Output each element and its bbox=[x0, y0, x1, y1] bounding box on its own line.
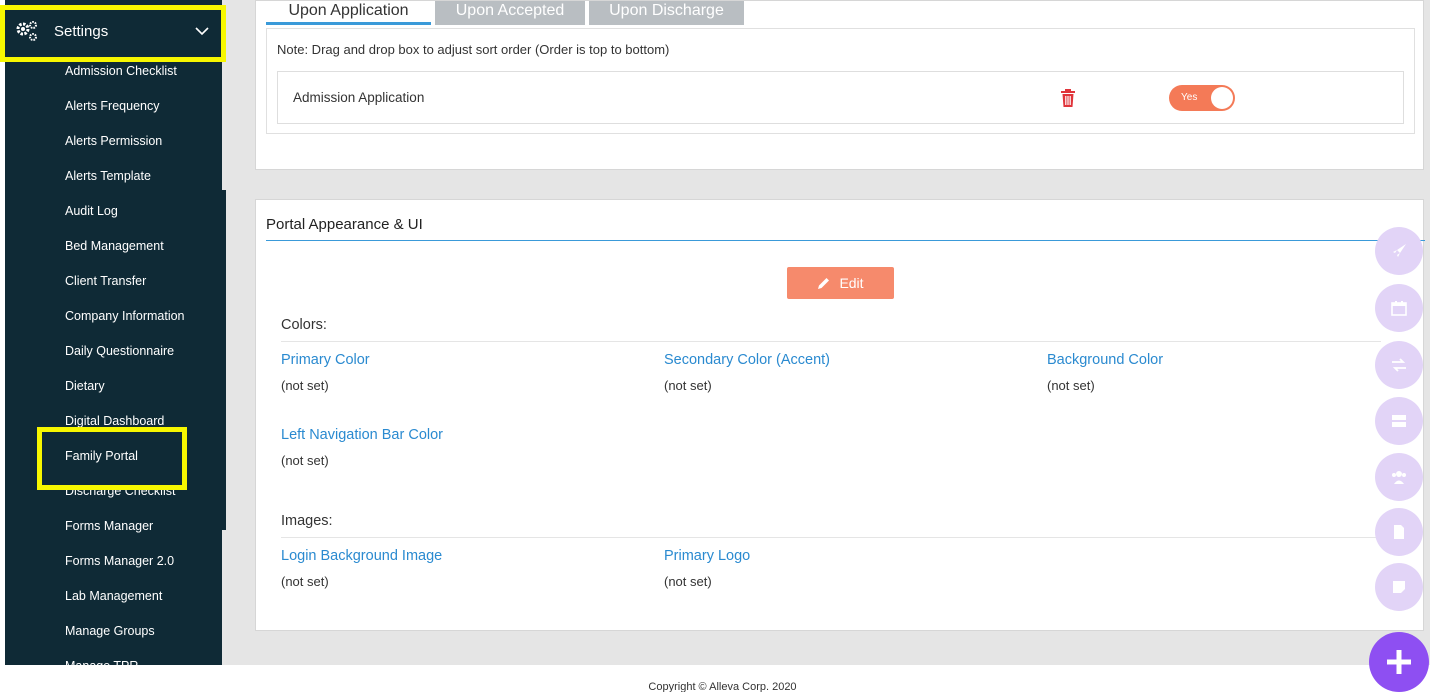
sidebar-item-admission-checklist[interactable]: Admission Checklist bbox=[65, 60, 215, 82]
edit-label: Edit bbox=[839, 275, 864, 291]
panel-title: Portal Appearance & UI bbox=[266, 216, 423, 233]
fab-document[interactable] bbox=[1375, 508, 1423, 556]
background-color-value: (not set) bbox=[1047, 378, 1095, 393]
enabled-toggle[interactable]: Yes bbox=[1169, 85, 1235, 111]
fab-note[interactable] bbox=[1375, 563, 1423, 611]
sidebar-item-client-transfer[interactable]: Client Transfer bbox=[65, 270, 215, 292]
sidebar-item-audit-log[interactable]: Audit Log bbox=[65, 200, 215, 222]
checklist-panel: Upon Application Upon Accepted Upon Disc… bbox=[255, 0, 1424, 170]
calendar-icon bbox=[1391, 301, 1407, 316]
footer-copyright: Copyright © Alleva Corp. 2020 bbox=[648, 681, 797, 692]
sidebar-item-bed-management[interactable]: Bed Management bbox=[65, 235, 215, 257]
highlight-box-family-portal bbox=[37, 427, 187, 490]
left-nav-color-value: (not set) bbox=[281, 453, 329, 468]
fab-users[interactable] bbox=[1375, 453, 1423, 501]
portal-appearance-panel: Portal Appearance & UI Edit Colors: Prim… bbox=[255, 199, 1425, 631]
sidebar-item-alerts-template[interactable]: Alerts Template bbox=[65, 165, 215, 187]
primary-logo-value: (not set) bbox=[664, 574, 712, 589]
left-nav-color-link[interactable]: Left Navigation Bar Color bbox=[281, 427, 443, 443]
toggle-knob bbox=[1211, 87, 1233, 109]
highlight-box-settings bbox=[0, 5, 226, 62]
images-section-label: Images: bbox=[281, 513, 333, 529]
images-divider bbox=[281, 537, 1381, 538]
login-background-image-value: (not set) bbox=[281, 574, 329, 589]
checklist-item-row[interactable]: Admission Application Yes bbox=[277, 71, 1404, 124]
trash-icon[interactable] bbox=[1060, 88, 1076, 108]
colors-divider bbox=[281, 341, 1381, 342]
sidebar-item-company-information[interactable]: Company Information bbox=[65, 305, 215, 327]
pencil-icon bbox=[818, 278, 830, 289]
sidebar-item-dietary[interactable]: Dietary bbox=[65, 375, 215, 397]
document-icon bbox=[1394, 525, 1404, 539]
users-icon bbox=[1392, 471, 1406, 484]
sidebar-item-manage-groups[interactable]: Manage Groups bbox=[65, 620, 215, 642]
sidebar-item-alerts-permission[interactable]: Alerts Permission bbox=[65, 130, 215, 152]
secondary-color-link[interactable]: Secondary Color (Accent) bbox=[664, 352, 830, 368]
server-icon bbox=[1392, 415, 1406, 427]
fab-calendar[interactable] bbox=[1375, 284, 1423, 332]
tab-upon-accepted[interactable]: Upon Accepted bbox=[435, 1, 585, 25]
edit-button[interactable]: Edit bbox=[787, 267, 894, 299]
fab-transfer[interactable] bbox=[1375, 341, 1423, 389]
checklist-box: Note: Drag and drop box to adjust sort o… bbox=[266, 28, 1415, 134]
sidebar-item-forms-manager[interactable]: Forms Manager bbox=[65, 515, 215, 537]
background-color-link[interactable]: Background Color bbox=[1047, 352, 1163, 368]
transfer-icon bbox=[1392, 358, 1406, 372]
plus-icon bbox=[1387, 650, 1411, 674]
tab-upon-discharge[interactable]: Upon Discharge bbox=[589, 1, 744, 25]
colors-section-label: Colors: bbox=[281, 317, 327, 333]
primary-color-value: (not set) bbox=[281, 378, 329, 393]
sidebar-item-daily-questionnaire[interactable]: Daily Questionnaire bbox=[65, 340, 215, 362]
sidebar-item-alerts-frequency[interactable]: Alerts Frequency bbox=[65, 95, 215, 117]
note-icon bbox=[1393, 581, 1405, 593]
tab-upon-application[interactable]: Upon Application bbox=[266, 1, 431, 25]
secondary-color-value: (not set) bbox=[664, 378, 712, 393]
sidebar-item-lab-management[interactable]: Lab Management bbox=[65, 585, 215, 607]
primary-logo-link[interactable]: Primary Logo bbox=[664, 548, 750, 564]
sidebar: Settings Admission Checklist Alerts Freq… bbox=[5, 0, 222, 665]
sidebar-item-forms-manager-2[interactable]: Forms Manager 2.0 bbox=[65, 550, 215, 572]
fab-rocket[interactable] bbox=[1375, 227, 1423, 275]
login-background-image-link[interactable]: Login Background Image bbox=[281, 548, 442, 564]
fab-server[interactable] bbox=[1375, 397, 1423, 445]
sidebar-item-manage-tpr[interactable]: Manage TPR bbox=[65, 655, 215, 665]
sort-order-note: Note: Drag and drop box to adjust sort o… bbox=[277, 42, 670, 57]
main-content: Upon Application Upon Accepted Upon Disc… bbox=[226, 0, 1430, 665]
checklist-item-label: Admission Application bbox=[293, 90, 425, 105]
title-divider bbox=[266, 240, 1425, 241]
primary-color-link[interactable]: Primary Color bbox=[281, 352, 370, 368]
toggle-yes-label: Yes bbox=[1181, 92, 1198, 103]
rocket-icon bbox=[1393, 244, 1406, 257]
